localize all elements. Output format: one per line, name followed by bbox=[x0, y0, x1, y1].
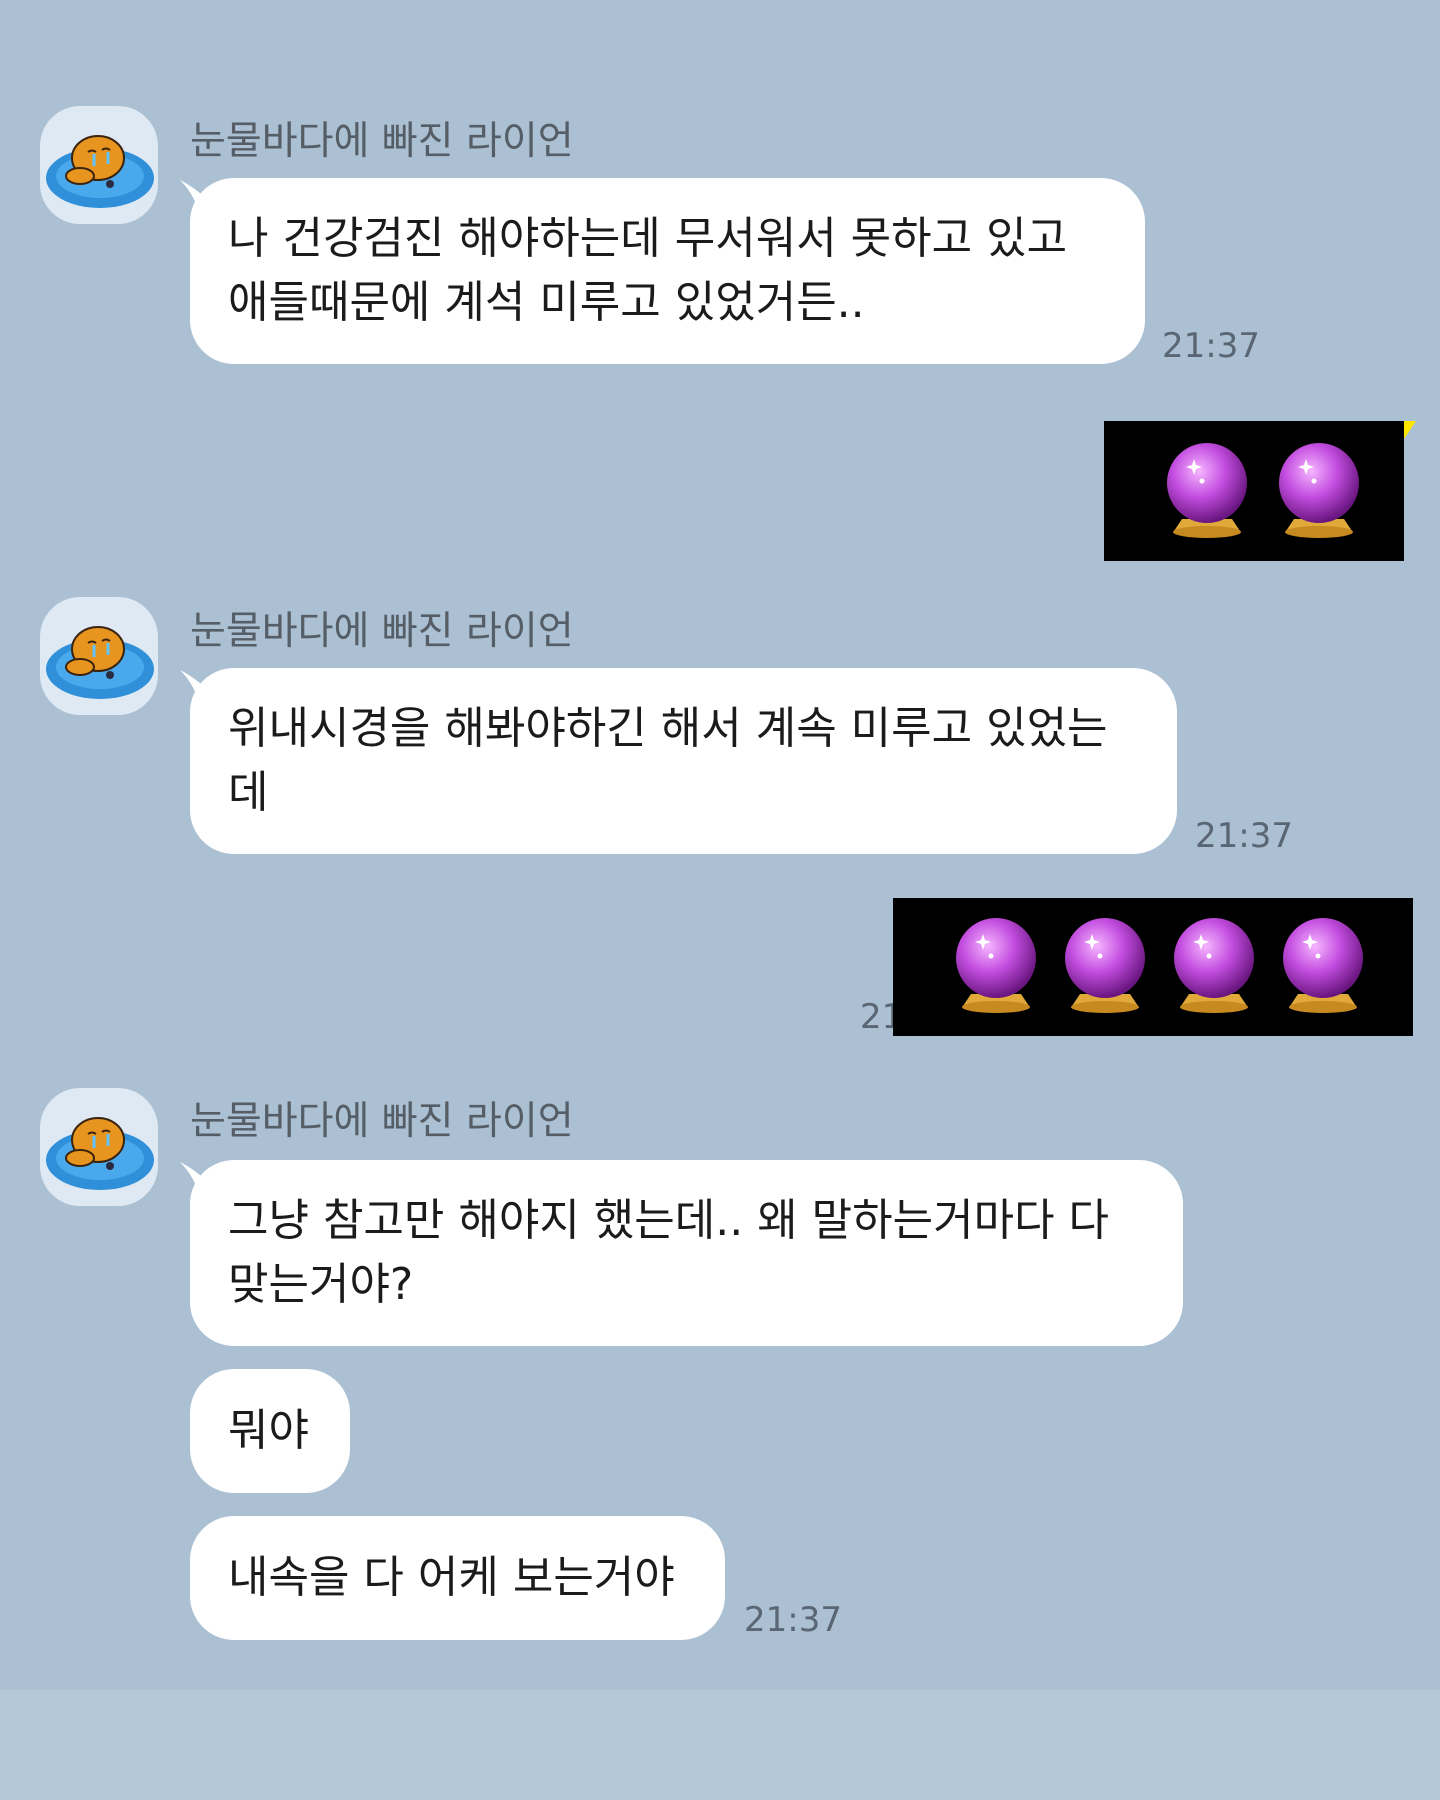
ryan-crying-icon bbox=[46, 626, 154, 699]
crystal-ball-icon bbox=[956, 918, 1036, 1013]
message-bubble[interactable]: 뭐야 bbox=[190, 1369, 350, 1493]
message-bubble[interactable]: 그냥 참고만 해야지 했는데.. 왜 말하는거마다 다 맞는거야? bbox=[190, 1160, 1183, 1346]
ryan-crying-icon bbox=[46, 135, 154, 208]
sender-avatar[interactable] bbox=[40, 106, 158, 224]
sender-name: 눈물바다에 빠진 라이언 bbox=[190, 609, 574, 654]
my-bubble-accent bbox=[1404, 421, 1416, 439]
crystal-ball-icon bbox=[1167, 443, 1247, 538]
bottom-strip bbox=[0, 1690, 1440, 1800]
crystal-ball-icon bbox=[1279, 443, 1359, 538]
message-text: 나 건강검진 해야하는데 무서워서 못하고 있고 애들때문에 계석 미루고 있었… bbox=[228, 213, 1068, 328]
message-text: 그냥 참고만 해야지 했는데.. 왜 말하는거마다 다 맞는거야? bbox=[228, 1195, 1110, 1310]
sent-emoticon[interactable] bbox=[1104, 421, 1404, 561]
crystal-ball-icon bbox=[1283, 918, 1363, 1013]
sender-name: 눈물바다에 빠진 라이언 bbox=[190, 119, 574, 164]
message-text: 위내시경을 해봐야하긴 해서 계속 미루고 있었는 데 bbox=[228, 703, 1108, 818]
message-time: 21:37 bbox=[744, 1600, 842, 1640]
message-bubble[interactable]: 위내시경을 해봐야하긴 해서 계속 미루고 있었는 데 bbox=[190, 668, 1177, 854]
chat-area[interactable]: 눈물바다에 빠진 라이언 나 건강검진 해야하는데 무서워서 못하고 있고 애들… bbox=[0, 0, 1440, 1690]
message-text: 뭐야 bbox=[228, 1405, 309, 1456]
message-time: 21:37 bbox=[1162, 326, 1260, 366]
message-text: 내속을 다 어케 보는거야 bbox=[228, 1552, 675, 1603]
message-bubble[interactable]: 나 건강검진 해야하는데 무서워서 못하고 있고 애들때문에 계석 미루고 있었… bbox=[190, 178, 1145, 364]
message-bubble[interactable]: 내속을 다 어케 보는거야 bbox=[190, 1516, 725, 1640]
message-time: 21:37 bbox=[1195, 816, 1293, 856]
crystal-ball-icon bbox=[1174, 918, 1254, 1013]
ryan-crying-icon bbox=[46, 1117, 154, 1190]
sender-avatar[interactable] bbox=[40, 1088, 158, 1206]
sender-name: 눈물바다에 빠진 라이언 bbox=[190, 1099, 574, 1144]
crystal-ball-icon bbox=[1065, 918, 1145, 1013]
sender-avatar[interactable] bbox=[40, 597, 158, 715]
sent-emoticon[interactable] bbox=[893, 898, 1413, 1036]
